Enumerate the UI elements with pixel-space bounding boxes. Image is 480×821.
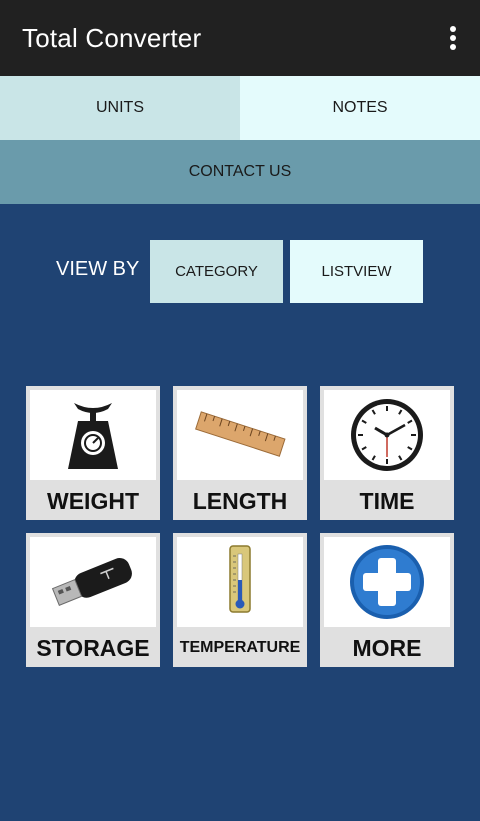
tile-label: TIME xyxy=(359,487,415,514)
category-tile-length[interactable]: LENGTH xyxy=(173,386,307,520)
category-tile-weight[interactable]: WEIGHT xyxy=(26,386,160,520)
thermometer-icon xyxy=(177,537,303,627)
app-bar: Total Converter xyxy=(0,0,480,76)
usb-drive-icon xyxy=(30,537,156,627)
tile-label: STORAGE xyxy=(36,634,150,661)
category-tile-temperature[interactable]: TEMPERATURE xyxy=(173,533,307,667)
overflow-menu-icon[interactable] xyxy=(448,26,458,50)
tab-units[interactable]: UNITS xyxy=(0,76,240,140)
tab-notes[interactable]: NOTES xyxy=(240,76,480,140)
tile-label: WEIGHT xyxy=(47,487,139,514)
tile-label: MORE xyxy=(352,634,422,661)
listview-button[interactable]: LISTVIEW xyxy=(290,240,423,303)
app-title: Total Converter xyxy=(22,22,202,53)
category-tile-storage[interactable]: STORAGE xyxy=(26,533,160,667)
top-tabs: UNITS NOTES xyxy=(0,76,480,140)
category-view-button[interactable]: CATEGORY xyxy=(150,240,283,303)
tile-label: LENGTH xyxy=(192,487,288,514)
contact-us-button[interactable]: CONTACT US xyxy=(0,140,480,204)
view-by-label: VIEW BY xyxy=(56,258,140,280)
scale-icon xyxy=(30,390,156,480)
clock-icon xyxy=(324,390,450,480)
tile-label: TEMPERATURE xyxy=(179,639,301,656)
category-tile-time[interactable]: TIME xyxy=(320,386,454,520)
category-tile-more[interactable]: MORE xyxy=(320,533,454,667)
plus-circle-icon xyxy=(324,537,450,627)
ruler-icon xyxy=(177,390,303,480)
